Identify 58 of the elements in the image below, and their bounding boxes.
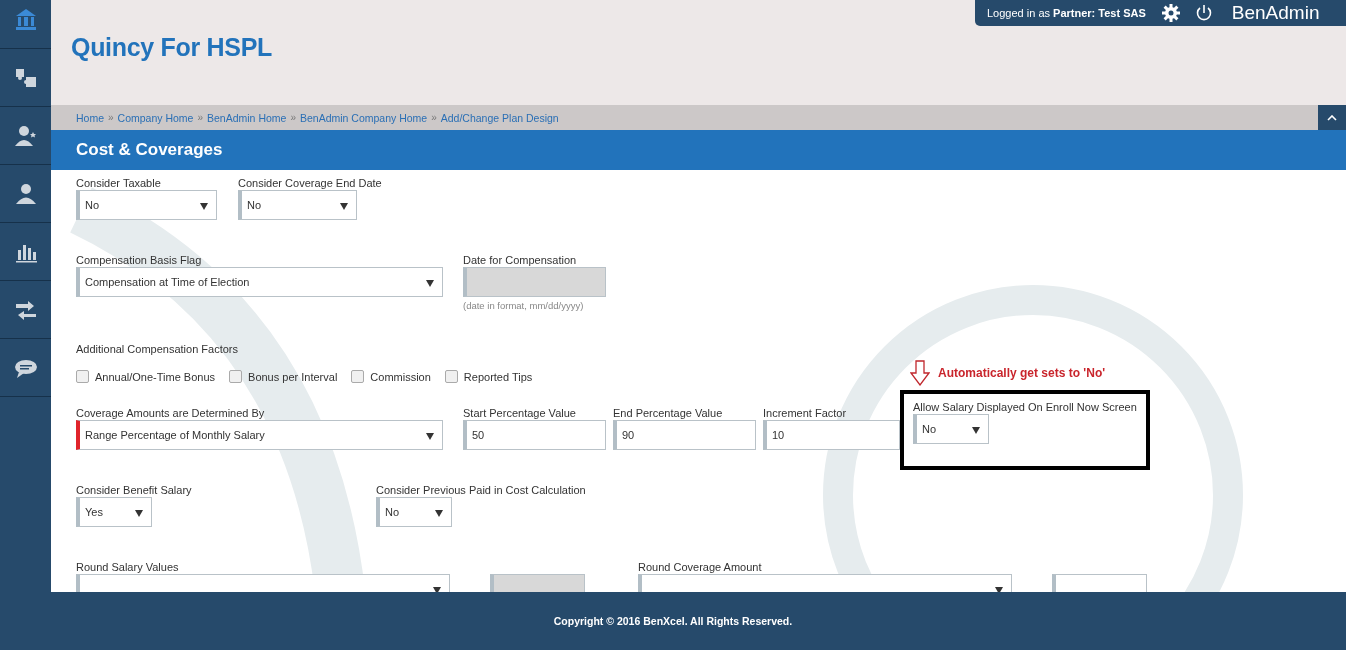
input-field[interactable]: 10 [763, 420, 900, 450]
field-label: End Percentage Value [613, 406, 723, 420]
field-label: Increment Factor [763, 406, 847, 420]
field-label: Consider Previous Paid in Cost Calculation [376, 483, 586, 497]
checkbox[interactable] [76, 370, 89, 383]
checkbox-label: Reported Tips [463, 370, 533, 383]
caret-icon [426, 280, 434, 287]
copyright-text: Copyright © 2016 BenXcel. All Rights Reserved. [553, 615, 793, 627]
home-icon[interactable] [13, 7, 38, 31]
annotation-text: Automatically get sets to 'No' [938, 366, 1106, 380]
field-hint: (date in format, mm/dd/yyyy) [463, 300, 585, 311]
caret-icon [135, 510, 143, 517]
field-label: Round Coverage Amount [638, 560, 762, 574]
select-field[interactable]: Compensation at Time of Election [76, 267, 443, 297]
login-text: Logged in as Partner: Test SAS [987, 7, 1146, 19]
checkbox-label: Annual/One-Time Bonus [95, 370, 216, 383]
person-star-icon[interactable] [13, 123, 38, 148]
caret-icon [972, 427, 980, 434]
checkbox[interactable] [444, 370, 458, 383]
field-label: Consider Coverage End Date [238, 176, 382, 190]
field-label: Additional Compensation Factors [76, 342, 239, 356]
section-title: Cost & Coverages [51, 130, 1346, 170]
caret-icon [1327, 114, 1337, 121]
caret-icon [435, 510, 443, 517]
power-icon[interactable] [1195, 4, 1212, 22]
checkbox[interactable] [351, 370, 365, 383]
checkbox-label: Bonus per Interval [248, 370, 338, 383]
field-label: Start Percentage Value [463, 406, 576, 420]
down-arrow-icon [910, 360, 930, 386]
settings-icon[interactable] [1161, 4, 1180, 22]
select-field[interactable]: Yes [76, 497, 152, 527]
field-label: Consider Taxable [76, 176, 161, 190]
brand-name: BenAdmin [1231, 2, 1320, 24]
input-field[interactable]: 90 [613, 420, 756, 450]
breadcrumb-separator: » [431, 112, 437, 123]
caret-icon [340, 203, 348, 210]
breadcrumb-separator: » [108, 112, 114, 123]
checkbox-label: Commission [370, 370, 431, 383]
breadcrumb-separator: » [197, 112, 203, 123]
checkbox[interactable] [229, 370, 243, 383]
page-title: Quincy For HSPL [71, 32, 273, 62]
select-field[interactable]: No [76, 190, 217, 220]
breadcrumb-separator: » [290, 112, 296, 123]
person-icon[interactable] [13, 181, 38, 206]
field-label: Allow Salary Displayed On Enroll Now Screen [913, 400, 1137, 414]
scroll-up-button[interactable] [1318, 105, 1346, 130]
caret-icon [426, 433, 434, 440]
field-label: Consider Benefit Salary [76, 483, 192, 497]
field-label: Coverage Amounts are Determined By [76, 406, 265, 420]
field-label: Date for Compensation [463, 253, 577, 267]
select-field[interactable]: No [238, 190, 357, 220]
select-field[interactable]: Range Percentage of Monthly Salary [76, 420, 443, 450]
input-field[interactable]: 50 [463, 420, 606, 450]
select-field[interactable]: No [913, 414, 989, 444]
select-field[interactable]: No [376, 497, 452, 527]
caret-icon [200, 203, 208, 210]
field-label: Round Salary Values [76, 560, 179, 574]
field-label: Compensation Basis Flag [76, 253, 202, 267]
